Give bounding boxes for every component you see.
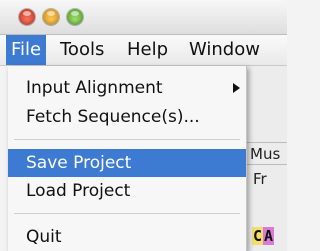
sequence-residue: A <box>263 227 275 245</box>
background-divider <box>246 142 287 143</box>
background-partial-text: Fr <box>253 170 267 188</box>
minimize-window-icon[interactable] <box>43 9 59 25</box>
menu-item-load-project[interactable]: Load Project <box>8 177 246 205</box>
menu-item-input-alignment[interactable]: Input Alignment <box>8 74 246 102</box>
menu-tools[interactable]: Tools <box>55 35 109 65</box>
background-partial-text: Mus <box>250 145 281 163</box>
menu-help[interactable]: Help <box>122 35 173 65</box>
menu-file[interactable]: File <box>6 35 47 65</box>
menu-item-label: Load Project <box>26 181 131 201</box>
menu-bar: File Tools Help Window <box>0 35 287 66</box>
menu-item-label: Input Alignment <box>26 78 163 98</box>
menu-item-label: Save Project <box>26 153 132 173</box>
sequence-residue: C <box>252 227 264 245</box>
menu-item-label: Fetch Sequence(s)... <box>26 107 200 127</box>
background-divider <box>246 164 287 165</box>
file-menu-dropdown: Input Alignment Fetch Sequence(s)... Sav… <box>8 66 247 251</box>
menu-item-quit[interactable]: Quit <box>8 223 246 251</box>
submenu-arrow-icon <box>233 83 240 93</box>
menu-window[interactable]: Window <box>184 35 265 65</box>
zoom-window-icon[interactable] <box>67 9 83 25</box>
menu-item-save-project[interactable]: Save Project <box>8 149 246 177</box>
menu-separator <box>14 139 240 140</box>
title-bar <box>0 0 287 35</box>
background-sequence-fragment: CA <box>252 226 287 251</box>
menu-separator <box>14 213 240 214</box>
menu-item-fetch-sequences[interactable]: Fetch Sequence(s)... <box>8 103 246 131</box>
close-window-icon[interactable] <box>19 9 35 25</box>
menu-item-label: Quit <box>26 227 62 247</box>
